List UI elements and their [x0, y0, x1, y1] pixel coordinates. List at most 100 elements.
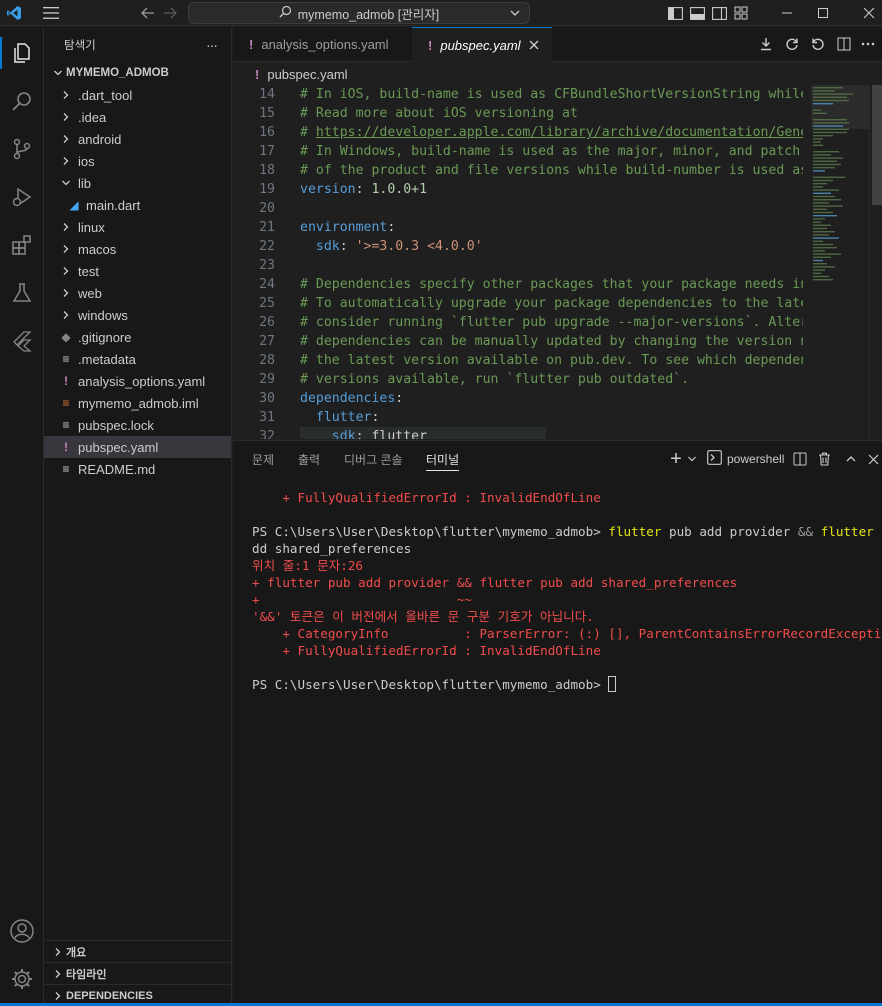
extensions-icon[interactable]	[0, 223, 44, 267]
code-text: # To automatically upgrade your package …	[300, 294, 803, 313]
more-actions-icon[interactable]	[857, 31, 879, 57]
tree-item-metadata[interactable]: ≡ .metadata	[44, 348, 231, 370]
terminal-output[interactable]: + FullyQualifiedErrorId : InvalidEndOfLi…	[252, 489, 882, 693]
minimap-line	[813, 96, 847, 98]
tab-terminal[interactable]: 터미널	[426, 441, 460, 477]
code-token: flutter	[315, 410, 372, 425]
toggle-sidebar-icon[interactable]	[664, 0, 686, 26]
trash-icon[interactable]	[813, 446, 835, 472]
workspace-root[interactable]: MYMEMO_ADMOB	[44, 62, 231, 84]
panel-tab-bar: 문제 출력 디버그 콘솔 터미널 + powershell	[233, 441, 882, 477]
terminal-text: + CategoryInfo : ParserError: (:) [], Pa…	[252, 626, 882, 641]
tab-output[interactable]: 출력	[298, 441, 320, 477]
timeline-panel[interactable]: 타임라인	[44, 962, 232, 984]
breadcrumb[interactable]: ! pubspec.yaml	[233, 63, 882, 85]
tree-item-test[interactable]: test	[44, 260, 231, 282]
chevron-right-icon	[50, 947, 66, 957]
code-text: # versions available, run `flutter pub o…	[300, 370, 689, 389]
chevron-down-icon[interactable]	[686, 446, 698, 472]
minimap-line	[813, 87, 843, 89]
code-token: version	[300, 182, 356, 197]
download-icon[interactable]	[755, 31, 777, 57]
tree-item-linux[interactable]: linux	[44, 216, 231, 238]
tree-item-android[interactable]: android	[44, 128, 231, 150]
forward-arrow-icon[interactable]	[160, 0, 180, 26]
code-editor[interactable]: 14 # In iOS, build-name is used as CFBund…	[233, 85, 882, 439]
more-actions-icon[interactable]: ···	[206, 37, 218, 53]
tree-item-pubspec-yaml[interactable]: ! pubspec.yaml	[44, 436, 231, 458]
tree-item-readme-md[interactable]: ≡ README.md	[44, 458, 231, 480]
tree-item-pubspec-lock[interactable]: ≡ pubspec.lock	[44, 414, 231, 436]
tree-item-web[interactable]: web	[44, 282, 231, 304]
code-token: :	[395, 391, 404, 406]
maximize-icon[interactable]	[800, 0, 846, 26]
terminal-icon	[707, 450, 722, 468]
terminal-text: flutter	[608, 524, 662, 539]
source-control-icon[interactable]	[0, 127, 44, 171]
explorer-icon[interactable]	[0, 31, 44, 75]
terminal-text: 위치 줄:1 문자:26	[252, 558, 364, 573]
terminal-text: &&	[797, 524, 814, 539]
breadcrumb-file[interactable]: pubspec.yaml	[267, 67, 347, 82]
settings-gear-icon[interactable]	[0, 957, 44, 1001]
terminal-line: '&&' 토큰은 이 버전에서 올바른 문 구분 기호가 아닙니다.	[252, 608, 877, 625]
line-number: 24	[259, 277, 275, 292]
editor-scrollbar[interactable]	[869, 85, 882, 439]
code-token: # of the product and file versions while…	[300, 163, 803, 178]
outline-panel[interactable]: 개요	[44, 940, 232, 962]
command-center-search[interactable]: mymemo_admob [관리자]	[188, 2, 530, 24]
restart-icon[interactable]	[807, 31, 829, 57]
close-panel-icon[interactable]	[864, 446, 882, 472]
tree-item-windows[interactable]: windows	[44, 304, 231, 326]
minimap-line	[813, 256, 831, 258]
code-text: # Read more about iOS versioning at	[300, 104, 578, 123]
tree-item-macos[interactable]: macos	[44, 238, 231, 260]
file-tree: .dart_tool .idea android ios lib ◢ main.dart li…	[44, 84, 231, 480]
minimap-line	[813, 253, 841, 255]
minimap[interactable]	[811, 85, 871, 439]
tab-problems[interactable]: 문제	[252, 441, 274, 477]
testing-flask-icon[interactable]	[0, 271, 44, 315]
terminal-profile[interactable]: powershell	[707, 446, 787, 472]
close-tab-icon[interactable]	[529, 38, 539, 53]
refresh-icon[interactable]	[781, 31, 803, 57]
tree-item-ios[interactable]: ios	[44, 150, 231, 172]
tab-debug-console[interactable]: 디버그 콘솔	[344, 441, 403, 477]
customize-layout-icon[interactable]	[730, 0, 752, 26]
tab-analysis-options[interactable]: ! analysis_options.yaml	[233, 27, 411, 62]
terminal-line: + FullyQualifiedErrorId : InvalidEndOfLi…	[252, 489, 877, 506]
chevron-right-icon	[50, 969, 66, 979]
maximize-panel-chevron-up-icon[interactable]	[840, 446, 862, 472]
tab-pubspec[interactable]: ! pubspec.yaml	[412, 27, 552, 62]
toggle-secondary-sidebar-icon[interactable]	[708, 0, 730, 26]
scrollbar-thumb[interactable]	[872, 85, 882, 205]
minimap-line	[813, 279, 833, 281]
minimap-line	[813, 163, 841, 166]
tree-item-main-dart[interactable]: ◢ main.dart	[44, 194, 231, 216]
menu-icon[interactable]	[38, 0, 64, 26]
split-terminal-icon[interactable]	[789, 446, 811, 472]
tree-item-idea[interactable]: .idea	[44, 106, 231, 128]
close-window-icon[interactable]	[846, 0, 882, 26]
code-token: # the latest version available on pub.de…	[300, 353, 803, 368]
flutter-icon[interactable]	[0, 319, 44, 363]
toggle-panel-icon[interactable]	[686, 0, 708, 26]
search-view-icon[interactable]	[0, 79, 44, 123]
code-line: 29 # versions available, run `flutter pub…	[233, 370, 803, 389]
split-editor-icon[interactable]	[833, 31, 855, 57]
terminal-text: PS C:\Users\User\Desktop\flutter\mymemo_…	[252, 524, 609, 539]
explorer-header: 탐색기 ···	[44, 27, 231, 62]
chevron-down-icon[interactable]	[509, 7, 521, 22]
tree-item-dart-tool[interactable]: .dart_tool	[44, 84, 231, 106]
run-debug-icon[interactable]	[0, 175, 44, 219]
back-arrow-icon[interactable]	[138, 0, 158, 26]
account-icon[interactable]	[0, 909, 44, 953]
terminal-text: PS C:\Users\User\Desktop\flutter\mymemo_…	[252, 677, 609, 692]
tree-item-analysis-options-yaml[interactable]: ! analysis_options.yaml	[44, 370, 231, 392]
tree-item-mymemo-admob-iml[interactable]: ≡ mymemo_admob.iml	[44, 392, 231, 414]
new-terminal-plus-icon[interactable]: +	[667, 446, 685, 472]
tree-item-gitignore[interactable]: ◆ .gitignore	[44, 326, 231, 348]
tree-item-lib[interactable]: lib	[44, 172, 231, 194]
code-token: 1.0.0+1	[371, 182, 428, 197]
